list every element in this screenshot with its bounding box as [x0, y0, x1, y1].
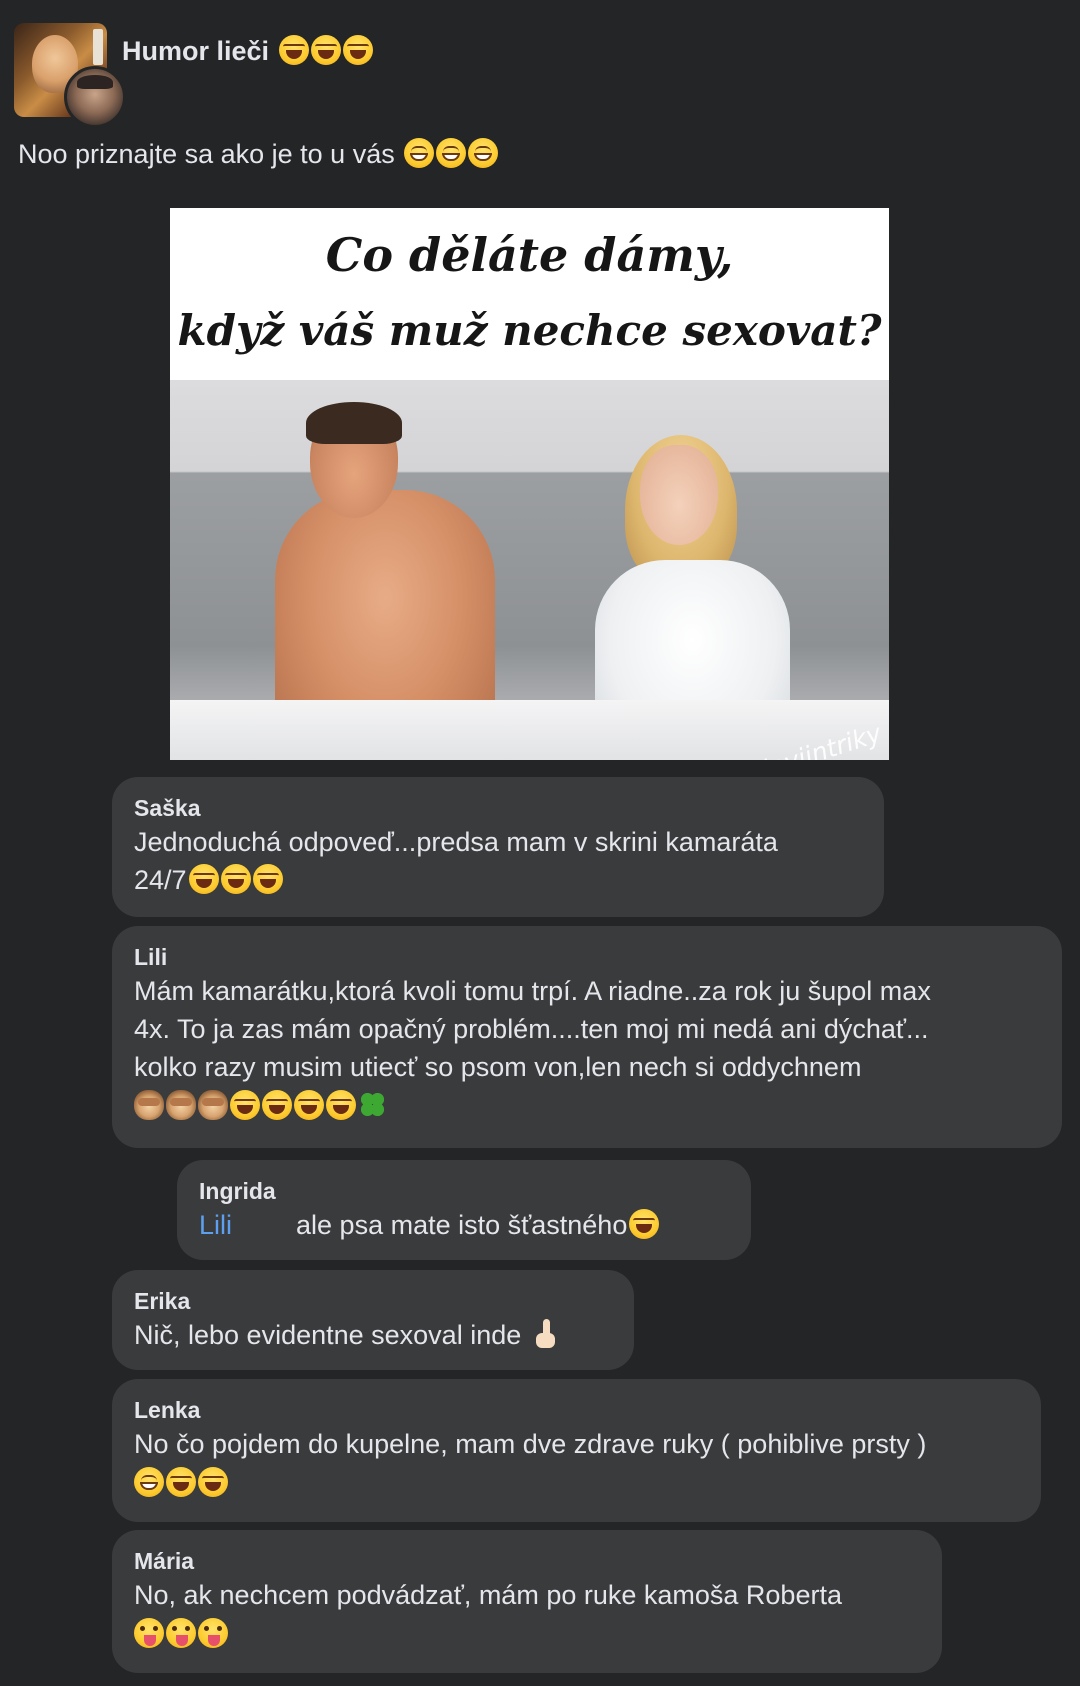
grin-emoji [134, 1467, 164, 1497]
comment-bubble[interactable]: Lenka No čo pojdem do kupelne, mam dve z… [112, 1379, 1041, 1522]
meme-caption: Co děláte dámy, když váš muž nechce sexo… [170, 208, 889, 380]
meme-photo: drtiloviintriky [170, 380, 889, 760]
see-no-evil-monkey-emoji [198, 1090, 228, 1120]
comment-emoji-row [134, 1615, 920, 1653]
comment-author[interactable]: Lenka [134, 1395, 1019, 1425]
rofl-emoji [262, 1090, 292, 1120]
comment-text-fragment: ale psa mate isto šťastného [296, 1210, 628, 1240]
comment-bubble[interactable]: Saška Jednoduchá odpoveď...predsa mam v … [112, 777, 884, 917]
mention-link[interactable]: Lili [199, 1210, 232, 1240]
rofl-emoji [326, 1090, 356, 1120]
rofl-emoji [278, 35, 309, 65]
reply-bubble[interactable]: Ingrida Lili ale psa mate isto šťastného [177, 1160, 751, 1260]
rofl-emoji [629, 1209, 660, 1239]
comment-text: Jednoduchá odpoveď...predsa mam v skrini… [134, 823, 862, 899]
comment-text: No, ak nechcem podvádzať, mám po ruke ka… [134, 1576, 920, 1653]
post-text: Noo priznajte sa ako je to u vás [18, 138, 499, 170]
comment-text-line: 4x. To ja zas mám opačný problém....ten … [134, 1014, 929, 1044]
group-name[interactable]: Humor lieči [122, 35, 373, 67]
comment-text-line: No, ak nechcem podvádzať, mám po ruke ka… [134, 1580, 842, 1610]
comment-text: Nič, lebo evidentne sexoval inde [134, 1316, 612, 1354]
grin-emoji [436, 138, 467, 168]
winking-tongue-emoji [134, 1618, 164, 1648]
rofl-emoji [198, 1467, 228, 1497]
rofl-emoji [252, 864, 283, 894]
comment-emoji-row [134, 1087, 1040, 1125]
see-no-evil-monkey-emoji [134, 1090, 164, 1120]
post-text-content: Noo priznajte sa ako je to u vás [18, 139, 395, 169]
comment-text-line: kolko razy musim utiecť so psom von,len … [134, 1052, 862, 1082]
rofl-emoji [166, 1467, 196, 1497]
index-pointing-up-emoji [531, 1319, 561, 1349]
comment-text-line: 24/7 [134, 861, 862, 899]
author-avatar-hair [77, 75, 113, 89]
author-avatar[interactable] [64, 66, 126, 128]
rofl-emoji [342, 35, 373, 65]
post-image[interactable]: Co děláte dámy, když váš muž nechce sexo… [170, 208, 889, 760]
comment-author[interactable]: Ingrida [199, 1176, 729, 1206]
rofl-emoji [230, 1090, 260, 1120]
comment-author[interactable]: Erika [134, 1286, 612, 1316]
comment-text: Lili ale psa mate isto šťastného [199, 1206, 729, 1244]
comment-text-line: Jednoduchá odpoveď...predsa mam v skrini… [134, 827, 778, 857]
meme-caption-line1: Co děláte dámy, [325, 228, 734, 282]
winking-tongue-emoji [198, 1618, 228, 1648]
woman-head [640, 445, 718, 545]
meme-caption-line2: když váš muž nechce sexovat? [177, 306, 882, 355]
grin-emoji [404, 138, 435, 168]
comment-text-line: Mám kamarátku,ktorá kvoli tomu trpí. A r… [134, 976, 931, 1006]
winking-tongue-emoji [166, 1618, 196, 1648]
grin-emoji [468, 138, 499, 168]
rofl-emoji [220, 864, 251, 894]
comment-author[interactable]: Lili [134, 942, 1040, 972]
comment-text-line: No čo pojdem do kupelne, mam dve zdrave … [134, 1429, 927, 1459]
comment-text-fragment: Nič, lebo evidentne sexoval inde [134, 1320, 522, 1350]
rofl-emoji [294, 1090, 324, 1120]
comment-author[interactable]: Saška [134, 793, 862, 823]
comment-bubble[interactable]: Erika Nič, lebo evidentne sexoval inde [112, 1270, 634, 1370]
comment-text: Mám kamarátku,ktorá kvoli tomu trpí. A r… [134, 972, 1040, 1125]
comment-text-fragment: 24/7 [134, 865, 187, 895]
comment-bubble[interactable]: Lili Mám kamarátku,ktorá kvoli tomu trpí… [112, 926, 1062, 1148]
comment-emoji-row [134, 1464, 1019, 1502]
see-no-evil-monkey-emoji [166, 1090, 196, 1120]
rofl-emoji [188, 864, 219, 894]
rofl-emoji [310, 35, 341, 65]
man-hair [306, 402, 402, 444]
post-header: Humor lieči [14, 20, 1066, 130]
group-name-text: Humor lieči [122, 36, 270, 66]
four-leaf-clover-emoji [358, 1090, 388, 1120]
comment-text: No čo pojdem do kupelne, mam dve zdrave … [134, 1425, 1019, 1502]
comment-bubble[interactable]: Mária No, ak nechcem podvádzať, mám po r… [112, 1530, 942, 1673]
group-avatar-banner [93, 29, 103, 65]
comment-author[interactable]: Mária [134, 1546, 920, 1576]
